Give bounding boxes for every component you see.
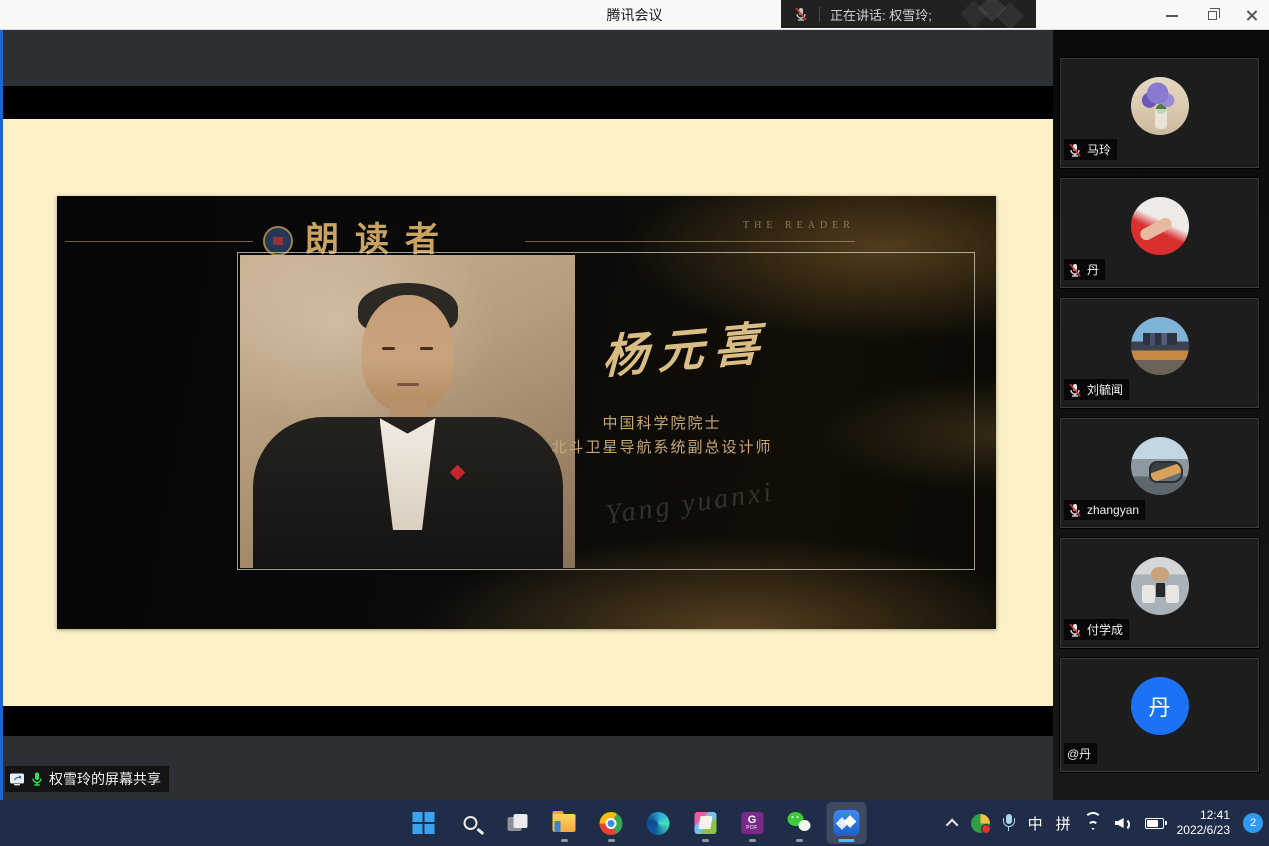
avatar	[1131, 317, 1189, 375]
screen-share-icon	[9, 771, 25, 787]
letterbox-top	[3, 86, 1053, 119]
participant-tile[interactable]: 刘毓闻	[1060, 298, 1259, 408]
tray-overflow-chevron[interactable]	[949, 819, 958, 828]
antivirus-icon	[971, 814, 990, 833]
participant-name-chip: 刘毓闻	[1064, 379, 1129, 400]
screen-share-stage: 朗读者 THE READER 杨元喜 中国科学院院士 北斗卫星导航系统副总设计师…	[0, 30, 1053, 800]
avatar-initial: 丹	[1148, 690, 1170, 722]
wifi-icon	[1084, 816, 1102, 830]
participant-name: 付学成	[1087, 621, 1123, 638]
task-view-button[interactable]	[497, 802, 537, 844]
edge-button[interactable]	[638, 802, 678, 844]
participant-name-chip: 付学成	[1064, 619, 1129, 640]
battery-button[interactable]	[1145, 818, 1164, 829]
start-button[interactable]	[403, 802, 443, 844]
window-titlebar: 腾讯会议	[0, 0, 1269, 30]
mic-muted-icon	[1067, 502, 1083, 518]
speaker-icon	[1115, 816, 1132, 830]
show-title-english: THE READER	[743, 220, 855, 231]
ime-language-button[interactable]: 中	[1028, 813, 1043, 834]
mic-muted-icon	[1067, 142, 1083, 158]
wechat-button[interactable]	[779, 802, 819, 844]
participant-tile[interactable]: zhangyan	[1060, 418, 1259, 528]
mic-muted-icon	[1067, 262, 1083, 278]
avatar: 丹	[1131, 677, 1189, 735]
participant-name-chip: 马玲	[1064, 139, 1117, 160]
window-title: 腾讯会议	[0, 0, 1269, 30]
participant-tile[interactable]: 马玲	[1060, 58, 1259, 168]
banner-divider	[819, 7, 820, 22]
avatar	[1131, 197, 1189, 255]
microphone-icon	[1003, 814, 1015, 832]
reader-app-icon	[694, 812, 716, 834]
participant-name-chip: 丹	[1064, 259, 1105, 280]
wechat-icon	[787, 812, 811, 834]
close-button[interactable]	[1245, 8, 1259, 22]
ime-mode-button[interactable]: 拼	[1056, 813, 1071, 834]
file-explorer-button[interactable]	[544, 802, 584, 844]
participant-name: 马玲	[1087, 141, 1111, 158]
participant-name: @丹	[1067, 745, 1091, 762]
participant-name: 丹	[1087, 261, 1099, 278]
edge-icon	[647, 812, 670, 835]
participant-tile[interactable]: 付学成	[1060, 538, 1259, 648]
taskbar-search[interactable]	[450, 802, 490, 844]
mic-active-icon	[29, 771, 45, 787]
restore-button[interactable]	[1205, 8, 1219, 22]
tencent-meeting-icon	[833, 810, 859, 836]
participant-tile[interactable]: 丹 @丹	[1060, 658, 1259, 772]
participant-name: zhangyan	[1087, 503, 1139, 517]
taskbar: G PDF 中 拼 12:41 2022/6/23 2	[0, 800, 1269, 846]
search-icon	[463, 816, 477, 830]
screen-share-label-text: 权雪玲的屏幕共享	[49, 769, 161, 789]
speaking-banner[interactable]: 正在讲话: 权雪玲;	[781, 0, 1036, 28]
chevron-up-icon	[945, 818, 958, 831]
participant-tile[interactable]: 丹	[1060, 178, 1259, 288]
shared-slide: 朗读者 THE READER 杨元喜 中国科学院院士 北斗卫星导航系统副总设计师…	[3, 119, 1053, 706]
letterbox-bottom	[3, 706, 1053, 736]
clock-time: 12:41	[1177, 808, 1230, 823]
mic-muted-icon	[1067, 622, 1083, 638]
guest-role-line2: 北斗卫星导航系统副总设计师	[512, 436, 812, 457]
reader-show-card: 朗读者 THE READER 杨元喜 中国科学院院士 北斗卫星导航系统副总设计师…	[57, 196, 996, 629]
tencent-meeting-window: 腾讯会议 正在讲话: 权雪玲; 朗读者 THE READER	[0, 0, 1269, 846]
speaking-banner-text: 正在讲话: 权雪玲;	[830, 5, 932, 24]
windows-start-icon	[412, 812, 434, 834]
taskbar-clock[interactable]: 12:41 2022/6/23	[1177, 808, 1230, 838]
participant-name-chip: zhangyan	[1064, 500, 1145, 520]
reader-app-button[interactable]	[685, 802, 725, 844]
clock-date: 2022/6/23	[1177, 823, 1230, 838]
decorative-line-left	[65, 241, 253, 242]
wifi-button[interactable]	[1084, 816, 1102, 830]
microphone-tray-button[interactable]	[1003, 814, 1015, 832]
avatar	[1131, 437, 1189, 495]
mic-muted-icon	[793, 6, 809, 22]
volume-button[interactable]	[1115, 816, 1132, 830]
pdf-app-button[interactable]: G PDF	[732, 802, 772, 844]
window-controls	[1165, 0, 1259, 30]
chrome-button[interactable]	[591, 802, 631, 844]
minimize-button[interactable]	[1165, 8, 1179, 22]
folder-icon	[553, 814, 576, 832]
screen-share-label: 权雪玲的屏幕共享	[5, 766, 169, 792]
decorative-line-right	[525, 241, 855, 242]
task-view-icon	[506, 812, 528, 834]
mic-muted-icon	[1067, 382, 1083, 398]
participant-name: 刘毓闻	[1087, 381, 1123, 398]
taskbar-center-icons: G PDF	[403, 800, 866, 846]
avatar	[1131, 77, 1189, 135]
pdf-app-icon: G PDF	[741, 812, 763, 834]
system-tray: 中 拼 12:41 2022/6/23 2	[949, 800, 1263, 846]
avatar	[1131, 557, 1189, 615]
chrome-icon	[600, 812, 623, 835]
participants-panel: 马玲 丹 刘毓闻 zhangyan	[1053, 30, 1269, 800]
guest-role-line1: 中国科学院院士	[512, 412, 812, 433]
antivirus-tray-button[interactable]	[971, 814, 990, 833]
battery-icon	[1145, 818, 1164, 829]
participant-name-chip: @丹	[1064, 743, 1097, 764]
meeting-logo-watermark-icon	[962, 0, 1032, 28]
notification-badge[interactable]: 2	[1243, 813, 1263, 833]
tencent-meeting-button[interactable]	[826, 802, 866, 844]
